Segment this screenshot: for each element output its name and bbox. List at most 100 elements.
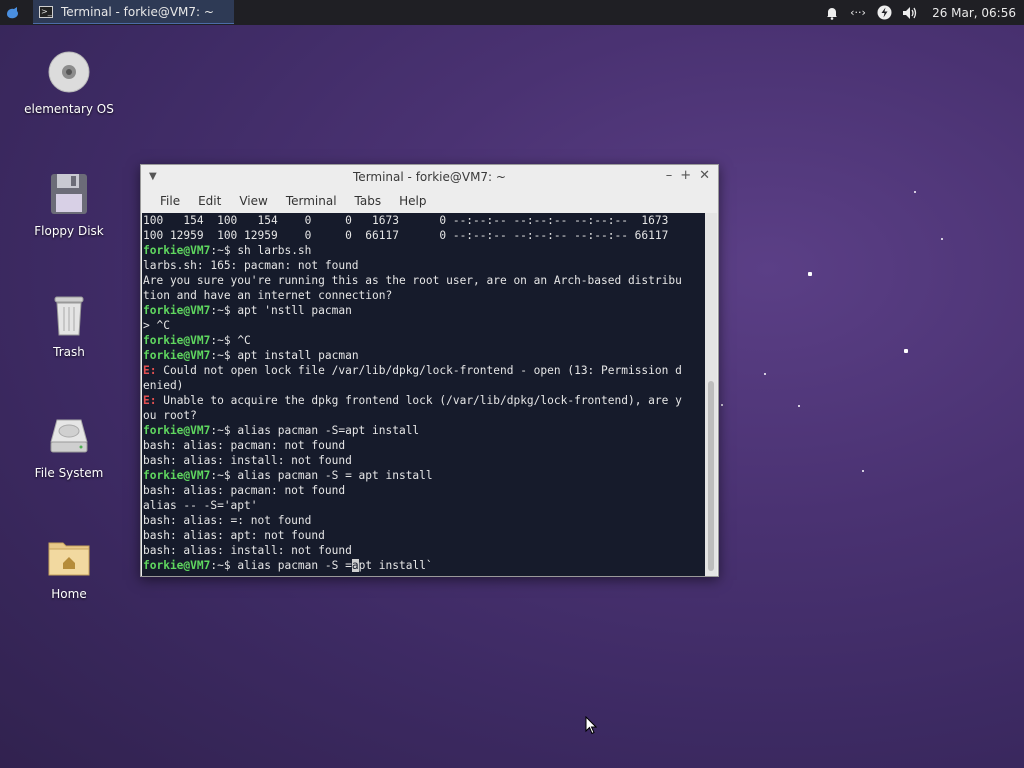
command-text: sh larbs.sh	[237, 244, 312, 257]
desktop-icon-label: elementary OS	[24, 102, 114, 116]
mouse-pointer-icon	[585, 716, 597, 735]
desktop-icon-file-system[interactable]: File System	[14, 412, 124, 480]
terminal-line: tion and have an internet connection?	[143, 288, 705, 303]
command-text: ^C	[237, 334, 251, 347]
menu-file[interactable]: File	[151, 194, 189, 208]
menubar: File Edit View Terminal Tabs Help	[141, 189, 718, 213]
floppy-icon	[45, 170, 93, 218]
menu-view[interactable]: View	[230, 194, 276, 208]
network-icon[interactable]: ‹··›	[850, 5, 866, 21]
terminal-line: larbs.sh: 165: pacman: not found	[143, 258, 705, 273]
output-text: ou root?	[143, 409, 197, 422]
terminal-line: 100 154 100 154 0 0 1673 0 --:--:-- --:-…	[143, 213, 705, 228]
output-text: bash: alias: =: not found	[143, 514, 312, 527]
error-tag: E:	[143, 394, 157, 407]
terminal-line: forkie@VM7:~$ alias pacman -S=apt instal…	[143, 423, 705, 438]
terminal-line: bash: alias: pacman: not found	[143, 438, 705, 453]
input-after-cursor: pt install`	[358, 559, 433, 572]
prompt-user: forkie@VM7	[143, 304, 211, 317]
desktop-icon-elementary-os[interactable]: elementary OS	[14, 48, 124, 116]
prompt-user: forkie@VM7	[143, 334, 211, 347]
clock[interactable]: 26 Mar, 06:56	[932, 6, 1016, 20]
menu-help[interactable]: Help	[390, 194, 435, 208]
command-text: alias pacman -S = apt install	[237, 469, 433, 482]
close-icon[interactable]: ✕	[699, 168, 710, 183]
bell-icon[interactable]	[824, 5, 840, 21]
taskbar-terminal-label: Terminal - forkie@VM7: ~	[61, 4, 214, 19]
terminal-line: E: Unable to acquire the dpkg frontend l…	[143, 393, 705, 408]
output-text: alias -- -S='apt'	[143, 499, 258, 512]
prompt-user: forkie@VM7	[143, 469, 211, 482]
desktop-icon-label: Home	[51, 587, 87, 601]
terminal-line: forkie@VM7:~$ alias pacman -S = apt inst…	[143, 468, 705, 483]
command-text: alias pacman -S=apt install	[237, 424, 420, 437]
terminal-line: alias -- -S='apt'	[143, 498, 705, 513]
window-title: Terminal - forkie@VM7: ~	[353, 170, 506, 184]
error-text: Could not open lock file /var/lib/dpkg/l…	[156, 364, 682, 377]
terminal-line: 100 12959 100 12959 0 0 66117 0 --:--:--…	[143, 228, 705, 243]
terminal-line: forkie@VM7:~$ ^C	[143, 333, 705, 348]
window-titlebar[interactable]: ▼ Terminal - forkie@VM7: ~ – + ✕	[141, 165, 718, 189]
prompt-user: forkie@VM7	[143, 244, 211, 257]
desktop-icon-label: File System	[34, 466, 104, 480]
command-text: apt install pacman	[237, 349, 359, 362]
whisker-menu-icon[interactable]	[0, 0, 26, 25]
terminal-line: Are you sure you're running this as the …	[143, 273, 705, 288]
prompt-separator: :~$	[210, 349, 238, 362]
terminal-icon: >_	[39, 5, 53, 18]
output-text: bash: alias: pacman: not found	[143, 484, 346, 497]
prompt-separator: :~$	[210, 424, 238, 437]
desktop-icon-label: Floppy Disk	[34, 224, 104, 238]
input-before-cursor: alias pacman -S =	[237, 559, 352, 572]
desktop-icon-trash[interactable]: Trash	[14, 291, 124, 359]
prompt-user: forkie@VM7	[143, 424, 211, 437]
error-tag: E:	[143, 364, 157, 377]
top-panel: >_ Terminal - forkie@VM7: ~ ‹··› 26 Mar,…	[0, 0, 1024, 25]
prompt-separator: :~$	[210, 334, 238, 347]
output-text: larbs.sh: 165: pacman: not found	[143, 259, 359, 272]
output-text: bash: alias: install: not found	[143, 454, 352, 467]
volume-icon[interactable]	[902, 5, 918, 21]
output-text: bash: alias: install: not found	[143, 544, 352, 557]
terminal-output[interactable]: 100 154 100 154 0 0 1673 0 --:--:-- --:-…	[142, 213, 705, 576]
scrollbar-thumb[interactable]	[708, 381, 714, 571]
menu-terminal[interactable]: Terminal	[277, 194, 346, 208]
prompt-separator: :~$	[210, 244, 238, 257]
terminal-line: forkie@VM7:~$ apt 'nstll pacman	[143, 303, 705, 318]
taskbar-terminal-button[interactable]: >_ Terminal - forkie@VM7: ~	[33, 0, 234, 24]
prompt-user: forkie@VM7	[143, 559, 211, 572]
terminal-line: bash: alias: pacman: not found	[143, 483, 705, 498]
terminal-window: ▼ Terminal - forkie@VM7: ~ – + ✕ File Ed…	[140, 164, 719, 577]
menu-tabs[interactable]: Tabs	[346, 194, 391, 208]
disc-icon	[45, 48, 93, 96]
terminal-line: forkie@VM7:~$ sh larbs.sh	[143, 243, 705, 258]
home-folder-icon	[45, 533, 93, 581]
error-text: Unable to acquire the dpkg frontend lock…	[156, 394, 682, 407]
output-text: bash: alias: pacman: not found	[143, 439, 346, 452]
terminal-line: bash: alias: apt: not found	[143, 528, 705, 543]
output-text: 100 154 100 154 0 0 1673 0 --:--:-- --:-…	[143, 214, 669, 227]
terminal-scrollbar[interactable]	[705, 213, 717, 576]
terminal-line: ou root?	[143, 408, 705, 423]
prompt-separator: :~$	[210, 559, 238, 572]
maximize-icon[interactable]: +	[680, 168, 691, 183]
output-text: Are you sure you're running this as the …	[143, 274, 682, 287]
desktop-icon-floppy-disk[interactable]: Floppy Disk	[14, 170, 124, 238]
terminal-line: forkie@VM7:~$ apt install pacman	[143, 348, 705, 363]
command-text: apt 'nstll pacman	[237, 304, 352, 317]
prompt-separator: :~$	[210, 469, 238, 482]
prompt-separator: :~$	[210, 304, 238, 317]
terminal-line: > ^C	[143, 318, 705, 333]
power-icon[interactable]	[876, 5, 892, 21]
output-text: enied)	[143, 379, 184, 392]
window-menu-icon[interactable]: ▼	[149, 171, 157, 182]
terminal-line: bash: alias: install: not found	[143, 453, 705, 468]
menu-edit[interactable]: Edit	[189, 194, 230, 208]
terminal-input-line[interactable]: forkie@VM7:~$ alias pacman -S =apt insta…	[143, 558, 705, 573]
desktop-icon-home[interactable]: Home	[14, 533, 124, 601]
harddrive-icon	[45, 412, 93, 460]
terminal-line: bash: alias: =: not found	[143, 513, 705, 528]
minimize-icon[interactable]: –	[666, 168, 673, 183]
desktop-icon-label: Trash	[53, 345, 85, 359]
output-text: > ^C	[143, 319, 170, 332]
